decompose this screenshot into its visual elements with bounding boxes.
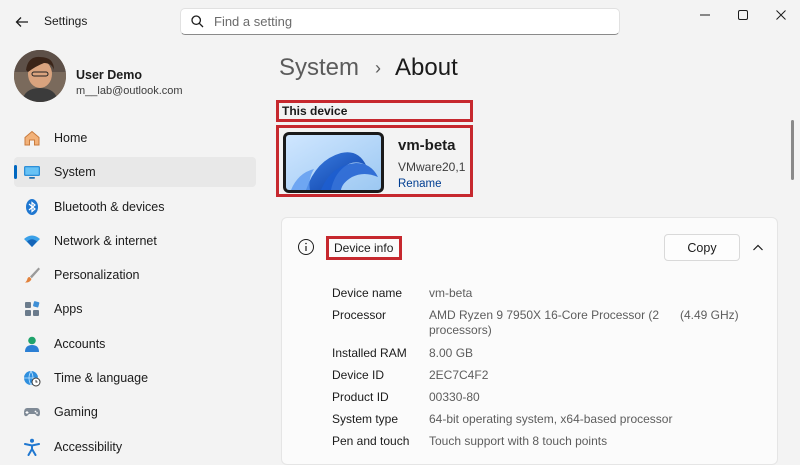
- user-email: m__lab@outlook.com: [76, 85, 183, 97]
- sidebar-item-label: System: [54, 165, 96, 180]
- sidebar-item-label: Time & language: [54, 371, 149, 386]
- spec-value: 8.00 GB: [429, 346, 474, 360]
- spec-row-device-name: Device name vm-beta: [332, 286, 772, 308]
- sidebar-item-system[interactable]: System: [14, 157, 256, 188]
- globe-clock-icon: [22, 368, 42, 388]
- device-model: VMware20,1: [398, 160, 466, 174]
- sidebar-item-label: Gaming: [54, 405, 98, 420]
- spec-value: Touch support with 8 touch points: [429, 434, 608, 448]
- rename-link[interactable]: Rename: [398, 178, 441, 190]
- info-icon: [297, 238, 315, 256]
- breadcrumb-parent-system[interactable]: System: [279, 54, 359, 82]
- spec-row-system-type: System type 64-bit operating system, x64…: [332, 412, 772, 434]
- device-spec-table: Device name vm-beta Processor AMD Ryzen …: [332, 286, 772, 456]
- collapse-button[interactable]: [747, 237, 769, 259]
- user-name: User Demo: [76, 68, 142, 82]
- scrollbar[interactable]: [791, 120, 794, 180]
- apps-icon: [22, 299, 42, 319]
- sidebar-item-label: Home: [54, 131, 88, 145]
- sidebar-item-label: Apps: [54, 302, 83, 317]
- spec-row-product-id: Product ID 00330-80: [332, 390, 772, 412]
- close-button[interactable]: [762, 0, 800, 30]
- sidebar-item-label: Accounts: [54, 336, 106, 351]
- system-icon: [22, 162, 42, 182]
- close-icon: [776, 10, 786, 20]
- spec-label: Pen and touch: [332, 434, 410, 448]
- spec-label: Processor: [332, 308, 387, 322]
- sidebar-item-gaming[interactable]: Gaming: [14, 397, 256, 427]
- spec-value: 00330-80: [429, 390, 480, 404]
- minimize-icon: [700, 14, 710, 16]
- maximize-icon: [738, 10, 748, 20]
- sidebar: User Demo m__lab@outlook.com Home System: [0, 44, 265, 465]
- minimize-button[interactable]: [686, 0, 724, 30]
- account-icon: [22, 334, 42, 354]
- spec-extra: (4.49 GHz): [680, 308, 739, 322]
- spec-label: Device ID: [332, 368, 385, 382]
- sidebar-item-personalization[interactable]: Personalization: [14, 260, 256, 290]
- search-box[interactable]: [180, 8, 620, 35]
- breadcrumb: System › About: [279, 50, 458, 86]
- user-profile[interactable]: User Demo m__lab@outlook.com: [14, 50, 254, 106]
- spec-value: 2EC7C4F2: [429, 368, 489, 382]
- device-info-header[interactable]: Device info Copy: [282, 218, 779, 276]
- this-device-label: This device: [276, 100, 473, 122]
- sidebar-nav: Home System Bluetooth & devices Network …: [14, 123, 256, 465]
- accessibility-icon: [22, 437, 42, 457]
- sidebar-item-label: Accessibility: [54, 439, 123, 454]
- sidebar-item-label: Bluetooth & devices: [54, 199, 165, 214]
- sidebar-item-home[interactable]: Home: [14, 123, 256, 153]
- sidebar-item-time-language[interactable]: Time & language: [14, 363, 256, 393]
- back-button[interactable]: [8, 8, 36, 36]
- spec-label: Product ID: [332, 390, 389, 404]
- device-card: vm-beta VMware20,1 Rename: [276, 125, 473, 197]
- search-icon: [191, 15, 204, 28]
- sidebar-item-accessibility[interactable]: Accessibility: [14, 432, 256, 462]
- spec-row-processor: Processor AMD Ryzen 9 7950X 16-Core Proc…: [332, 308, 772, 346]
- sidebar-item-apps[interactable]: Apps: [14, 294, 256, 324]
- spec-value: vm-beta: [429, 286, 473, 300]
- device-info-card: Device info Copy Device name vm-beta Pro…: [281, 217, 778, 465]
- home-icon: [22, 128, 42, 148]
- sidebar-item-label: Personalization: [54, 268, 140, 283]
- copy-button[interactable]: Copy: [664, 234, 740, 261]
- search-input[interactable]: [214, 14, 604, 29]
- device-thumbnail: [283, 132, 384, 193]
- spec-label: System type: [332, 412, 399, 426]
- spec-value: AMD Ryzen 9 7950X 16-Core Processor (2 p…: [429, 308, 660, 337]
- spec-value: 64-bit operating system, x64-based proce…: [429, 412, 673, 426]
- spec-label: Device name: [332, 286, 403, 300]
- wifi-icon: [22, 231, 42, 251]
- page-title: About: [395, 54, 458, 81]
- spec-label: Installed RAM: [332, 346, 407, 360]
- sidebar-item-accounts[interactable]: Accounts: [14, 329, 256, 359]
- avatar: [14, 50, 66, 102]
- maximize-button[interactable]: [724, 0, 762, 30]
- sidebar-item-network[interactable]: Network & internet: [14, 226, 256, 256]
- chevron-up-icon: [753, 244, 763, 251]
- breadcrumb-separator: ›: [375, 57, 382, 78]
- bluetooth-icon: [22, 197, 42, 217]
- window-controls: [686, 0, 800, 30]
- device-name: vm-beta: [398, 137, 456, 154]
- title-bar: Settings: [0, 0, 800, 44]
- device-info-title: Device info: [326, 236, 402, 260]
- spec-row-installed-ram: Installed RAM 8.00 GB: [332, 346, 772, 368]
- brush-icon: [22, 265, 42, 285]
- spec-row-device-id: Device ID 2EC7C4F2: [332, 368, 772, 390]
- sidebar-item-bluetooth[interactable]: Bluetooth & devices: [14, 192, 256, 222]
- gamepad-icon: [22, 402, 42, 422]
- back-arrow-icon: [15, 17, 28, 27]
- sidebar-item-label: Network & internet: [54, 233, 157, 248]
- app-title: Settings: [44, 14, 88, 28]
- spec-row-pen-touch: Pen and touch Touch support with 8 touch…: [332, 434, 772, 456]
